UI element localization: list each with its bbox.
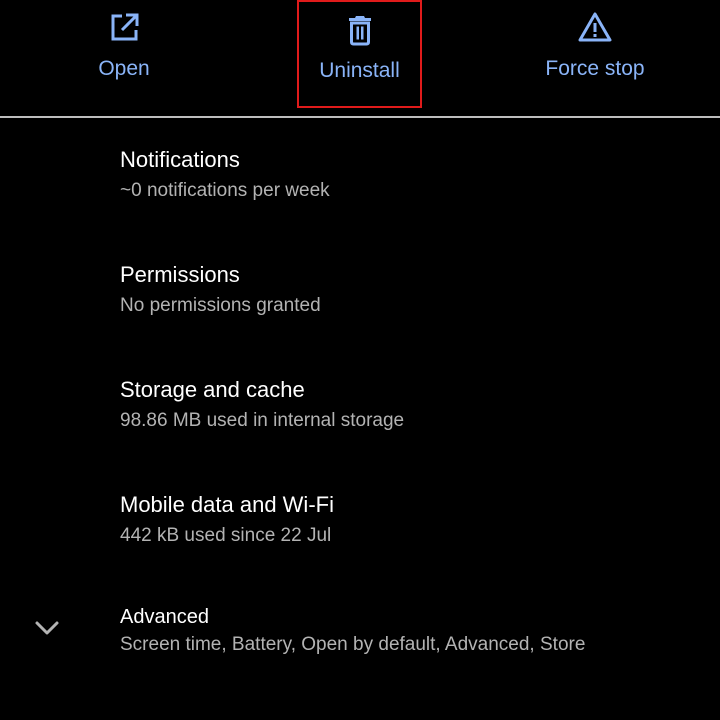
open-in-new-icon	[111, 13, 139, 41]
divider	[0, 116, 720, 118]
setting-summary: Screen time, Battery, Open by default, A…	[120, 634, 586, 655]
warning-icon	[578, 12, 612, 42]
setting-title: Notifications	[120, 147, 240, 172]
setting-summary: 442 kB used since 22 Jul	[120, 525, 332, 546]
setting-summary: No permissions granted	[120, 295, 321, 316]
force-stop-button[interactable]: Force stop	[530, 0, 660, 108]
setting-item-notifications[interactable]: Notifications ~0 notifications per week	[0, 140, 720, 240]
setting-item-storage-and-cache[interactable]: Storage and cache 98.86 MB used in inter…	[0, 370, 720, 470]
uninstall-button[interactable]: Uninstall	[297, 0, 422, 108]
setting-title: Advanced	[120, 606, 209, 628]
setting-item-mobile-data[interactable]: Mobile data and Wi-Fi 442 kB used since …	[0, 485, 720, 585]
setting-summary: ~0 notifications per week	[120, 180, 330, 201]
trash-icon	[348, 16, 371, 46]
setting-item-advanced[interactable]: Advanced Screen time, Battery, Open by d…	[0, 600, 720, 700]
chevron-down-icon	[35, 621, 59, 635]
app-action-bar: Open Uninstall Force stop	[0, 0, 720, 116]
setting-summary: 98.86 MB used in internal storage	[120, 410, 405, 431]
open-button[interactable]: Open	[64, 0, 184, 108]
open-button-label: Open	[98, 57, 150, 80]
setting-title: Storage and cache	[120, 377, 305, 402]
uninstall-button-label: Uninstall	[319, 59, 400, 82]
setting-title: Permissions	[120, 262, 240, 287]
setting-item-permissions[interactable]: Permissions No permissions granted	[0, 255, 720, 355]
setting-title: Mobile data and Wi-Fi	[120, 492, 334, 517]
force-stop-button-label: Force stop	[545, 57, 645, 80]
